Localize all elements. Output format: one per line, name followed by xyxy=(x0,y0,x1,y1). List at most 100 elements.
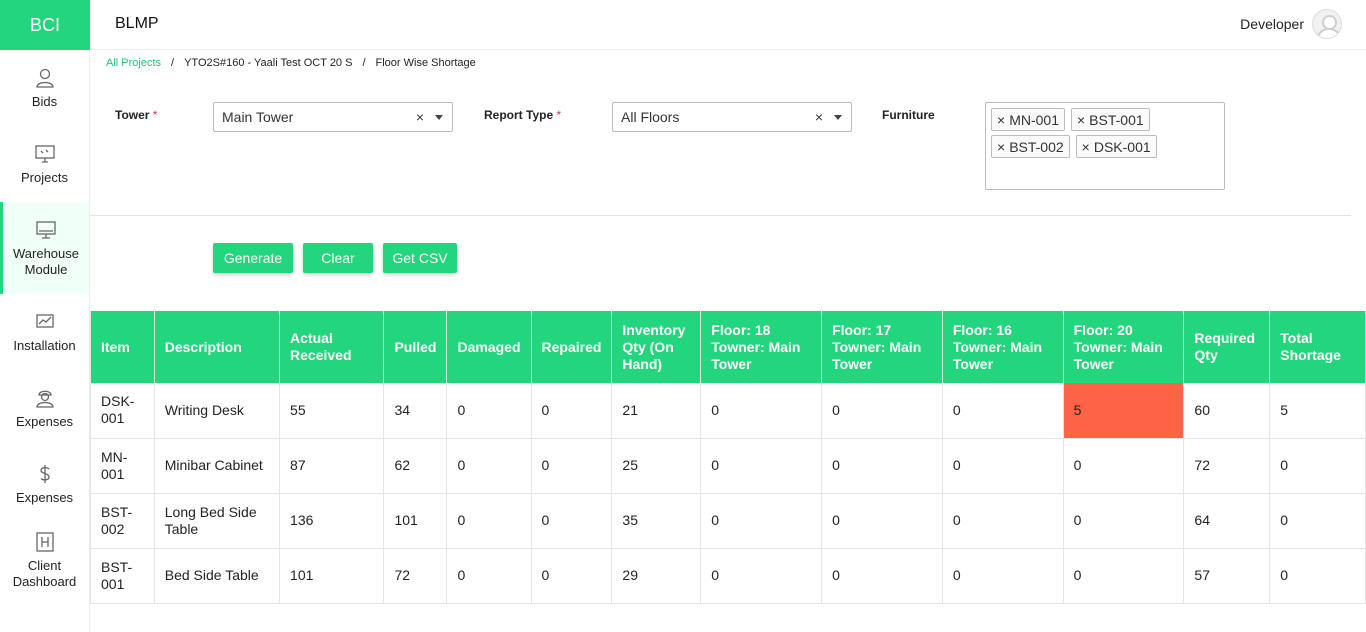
sidebar: Bids Projects Warehouse Module Installat… xyxy=(0,50,90,632)
cell-total-shortage: 0 xyxy=(1269,438,1366,494)
breadcrumb-all-projects[interactable]: All Projects xyxy=(106,57,161,69)
cell-required-qty: 60 xyxy=(1183,383,1271,439)
sidebar-item-installation[interactable]: Installation xyxy=(0,294,89,370)
breadcrumb-separator: / xyxy=(171,57,175,69)
worker-icon xyxy=(35,390,54,408)
cell-actual-received: 55 xyxy=(279,383,385,439)
cell-inventory-qty: 25 xyxy=(611,438,702,494)
sidebar-item-bids[interactable]: Bids xyxy=(0,50,89,126)
required-mark: * xyxy=(152,108,158,122)
cell-damaged: 0 xyxy=(446,548,532,604)
col-header-actual-received: Actual Received xyxy=(279,311,385,383)
report-type-select[interactable]: All Floors × xyxy=(612,102,852,132)
col-header-floor-20: Floor: 20 Towner: Main Tower xyxy=(1063,311,1185,383)
tower-select[interactable]: Main Tower × xyxy=(213,102,453,132)
cell-item: DSK-001 xyxy=(90,383,155,439)
cell-floor-20: 0 xyxy=(1063,493,1185,549)
chevron-down-icon[interactable] xyxy=(435,115,443,120)
tower-select-value: Main Tower xyxy=(222,109,294,125)
cell-pulled: 101 xyxy=(383,493,448,549)
furniture-chip[interactable]: × BST-002 xyxy=(991,135,1070,158)
report-type-select-value: All Floors xyxy=(621,109,680,125)
chip-label: BST-001 xyxy=(1089,111,1144,128)
cell-item: BST-001 xyxy=(90,548,155,604)
app-title: BLMP xyxy=(115,15,159,32)
remove-chip-icon[interactable]: × xyxy=(997,112,1005,128)
chip-label: DSK-001 xyxy=(1093,138,1151,155)
tower-label: Tower * xyxy=(115,108,157,122)
sidebar-item-warehouse[interactable]: Warehouse Module xyxy=(0,202,89,294)
user-name[interactable]: Developer xyxy=(1240,16,1304,32)
chip-label: BST-002 xyxy=(1009,138,1064,155)
generate-button[interactable]: Generate xyxy=(213,243,293,273)
table-row: BST-002 Long Bed Side Table 136 101 0 0 35 0 0 0 0… xyxy=(90,493,1366,549)
cell-repaired: 0 xyxy=(531,383,613,439)
desktop-icon xyxy=(36,220,56,239)
furniture-chip[interactable]: × MN-001 xyxy=(991,108,1065,131)
get-csv-button[interactable]: Get CSV xyxy=(383,243,457,273)
cell-description: Writing Desk xyxy=(154,383,281,439)
cell-required-qty: 64 xyxy=(1183,493,1271,549)
remove-chip-icon[interactable]: × xyxy=(1082,139,1090,155)
remove-chip-icon[interactable]: × xyxy=(997,139,1005,155)
report-type-label: Report Type * xyxy=(484,108,561,122)
cell-pulled: 34 xyxy=(383,383,448,439)
sidebar-item-label: Projects xyxy=(21,169,68,185)
breadcrumb-project[interactable]: YTO2S#160 - Yaali Test OCT 20 S xyxy=(184,57,352,69)
clear-tower-icon[interactable]: × xyxy=(416,109,424,125)
chip-label: MN-001 xyxy=(1009,111,1059,128)
sidebar-item-expenses-2[interactable]: Expenses xyxy=(0,446,89,522)
cell-damaged: 0 xyxy=(446,383,532,439)
brand-logo[interactable]: BCI xyxy=(0,0,90,50)
table-header-row: Item Description Actual Received Pulled … xyxy=(90,311,1366,383)
table-row: MN-001 Minibar Cabinet 87 62 0 0 25 0 0 0 0 72 0 xyxy=(90,438,1366,494)
breadcrumb: All Projects / YTO2S#160 - Yaali Test OC… xyxy=(106,57,476,69)
sidebar-item-expenses[interactable]: Expenses xyxy=(0,370,89,446)
cell-actual-received: 87 xyxy=(279,438,385,494)
cell-total-shortage: 5 xyxy=(1269,383,1366,439)
cell-floor-17: 0 xyxy=(821,548,943,604)
clear-button[interactable]: Clear xyxy=(303,243,373,273)
cell-damaged: 0 xyxy=(446,493,532,549)
col-header-total-shortage: Total Shortage xyxy=(1269,311,1366,383)
cell-repaired: 0 xyxy=(531,548,613,604)
cell-floor-18: 0 xyxy=(700,383,823,439)
col-header-floor-18: Floor: 18 Towner: Main Tower xyxy=(700,311,823,383)
sidebar-item-label: Installation xyxy=(13,337,76,353)
chevron-down-icon[interactable] xyxy=(834,115,842,120)
cell-required-qty: 57 xyxy=(1183,548,1271,604)
divider xyxy=(90,215,1351,216)
cell-repaired: 0 xyxy=(531,438,613,494)
sidebar-item-client-dashboard[interactable]: Client Dashboard xyxy=(0,522,89,598)
breadcrumb-separator: / xyxy=(362,57,366,69)
cell-description: Minibar Cabinet xyxy=(154,438,281,494)
cell-inventory-qty: 35 xyxy=(611,493,702,549)
clear-report-type-icon[interactable]: × xyxy=(815,109,823,125)
cell-floor-20: 0 xyxy=(1063,548,1185,604)
breadcrumb-current-page: Floor Wise Shortage xyxy=(375,57,476,69)
furniture-multiselect[interactable]: × MN-001 × BST-001 × BST-002 × DSK-001 xyxy=(985,102,1225,190)
user-menu[interactable]: Developer xyxy=(1240,9,1342,39)
cell-floor-16: 0 xyxy=(942,438,1064,494)
furniture-chip[interactable]: × BST-001 xyxy=(1070,108,1150,131)
cell-total-shortage: 0 xyxy=(1269,548,1366,604)
cell-floor-16: 0 xyxy=(942,383,1064,439)
col-header-floor-17: Floor: 17 Towner: Main Tower xyxy=(821,311,943,383)
cell-floor-16: 0 xyxy=(942,548,1064,604)
furniture-chip[interactable]: × DSK-001 xyxy=(1075,135,1157,158)
cell-actual-received: 101 xyxy=(279,548,385,604)
sidebar-item-label: Warehouse Module xyxy=(13,245,79,277)
hospital-icon xyxy=(35,531,54,552)
col-header-required-qty: Required Qty xyxy=(1183,311,1271,383)
col-header-inventory-qty: Inventory Qty (On Hand) xyxy=(611,311,702,383)
cell-floor-20: 0 xyxy=(1063,438,1185,494)
cell-pulled: 72 xyxy=(383,548,448,604)
avatar-icon[interactable] xyxy=(1312,9,1342,39)
sidebar-item-label: Bids xyxy=(31,93,58,109)
sidebar-item-label: Expenses xyxy=(15,413,74,429)
remove-chip-icon[interactable]: × xyxy=(1077,112,1085,128)
cell-total-shortage: 0 xyxy=(1269,493,1366,549)
furniture-label: Furniture xyxy=(882,108,935,122)
sidebar-item-projects[interactable]: Projects xyxy=(0,126,89,202)
table-row: DSK-001 Writing Desk 55 34 0 0 21 0 0 0 5 60 5 xyxy=(90,383,1366,439)
